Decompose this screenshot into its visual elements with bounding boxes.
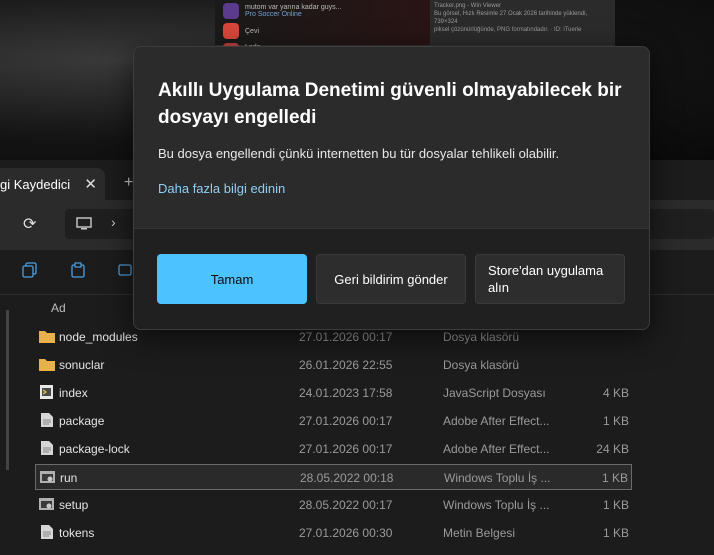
chat-item-title: Çevi [245,27,260,35]
file-name: sonuclar [59,358,105,372]
avatar [223,23,239,39]
file-type: Adobe After Effect... [443,442,550,456]
file-name: setup [59,498,89,512]
preview-title: Tracker.png - Win Viewer [434,3,502,9]
dialog-message: Bu dosya engellendi çünkü internetten bu… [158,146,560,161]
batch-file-icon [39,498,54,510]
get-app-from-store-button[interactable]: Store'dan uygulama alın [475,254,625,304]
file-type: Windows Toplu İş ... [444,471,551,485]
file-type: Dosya klasörü [443,330,520,344]
file-name: run [60,471,78,485]
send-feedback-button[interactable]: Geri bildirim gönder [316,254,466,304]
file-type: Windows Toplu İş ... [443,498,550,512]
file-type: Adobe After Effect... [443,414,550,428]
file-date: 24.01.2023 17:58 [299,386,393,400]
list-item[interactable]: index 24.01.2023 17:58 JavaScript Dosyas… [35,380,632,406]
file-name: node_modules [59,330,138,344]
file-date: 28.05.2022 00:18 [300,471,394,485]
file-date: 26.01.2026 22:55 [299,358,393,372]
background-window: mutom var yarına kadar guys... Pro Socce… [215,0,615,51]
chat-item-subtitle: Pro Soccer Online [245,11,302,18]
file-size: 1 KB [602,526,629,540]
list-item[interactable]: tokens 27.01.2026 00:30 Metin Belgesi 1 … [35,520,632,546]
list-item[interactable]: package-lock 27.01.2026 00:17 Adobe Afte… [35,436,632,462]
file-date: 27.01.2026 00:17 [299,330,393,344]
file-size: 24 KB [596,442,629,456]
file-date: 27.01.2026 00:17 [299,414,393,428]
paste-icon[interactable] [70,262,86,278]
list-item-selected[interactable]: run 28.05.2022 00:18 Windows Toplu İş ..… [35,464,632,490]
file-name: package-lock [59,442,130,456]
list-item[interactable]: sonuclar 26.01.2026 22:55 Dosya klasörü [35,352,632,378]
file-date: 27.01.2026 00:30 [299,526,393,540]
chat-item-title: mutom var yarına kadar guys... [245,4,342,11]
copy-icon[interactable] [22,262,38,278]
folder-icon [39,331,55,343]
script-file-icon [40,385,53,399]
close-icon[interactable]: ✕ [84,175,97,193]
chevron-right-icon[interactable]: › [111,214,116,230]
tab-active[interactable]: gi Kaydedici ✕ [0,168,105,200]
new-tab-button[interactable]: + [124,174,133,192]
monitor-icon [76,217,92,230]
file-type: JavaScript Dosyası [443,386,546,400]
folder-icon [39,359,55,371]
learn-more-link[interactable]: Daha fazla bilgi edinin [158,181,285,196]
rename-icon[interactable] [118,262,134,278]
dialog-footer: Tamam Geri bildirim gönder Store'dan uyg… [134,228,649,329]
document-icon [41,441,53,455]
file-name: index [59,386,88,400]
document-icon [41,525,53,539]
file-name: tokens [59,526,95,540]
navigation-pane-scrollbar[interactable] [6,310,9,470]
refresh-icon[interactable]: ⟳ [23,214,36,234]
preview-text: piksel çözünürlüğünde, PNG formatındadır… [434,27,582,33]
list-item[interactable]: package 27.01.2026 00:17 Adobe After Eff… [35,408,632,434]
list-item[interactable]: setup 28.05.2022 00:17 Windows Toplu İş … [35,492,632,518]
file-name: package [59,414,105,428]
file-date: 27.01.2026 00:17 [299,442,393,456]
smart-app-control-dialog: Akıllı Uygulama Denetimi güvenli olmayab… [133,46,650,330]
ok-button[interactable]: Tamam [157,254,307,304]
batch-file-icon [40,471,55,483]
chat-item[interactable]: mutom var yarına kadar guys... Pro Socce… [223,2,341,20]
preview-text: Bu görsel, Hızlı Resimle 27 Ocak 2026 ta… [434,11,588,25]
file-size: 1 KB [602,414,629,428]
file-size: 4 KB [602,386,629,400]
file-size: 1 KB [601,471,628,485]
dialog-title: Akıllı Uygulama Denetimi güvenli olmayab… [158,80,622,128]
file-size: 1 KB [602,498,629,512]
document-icon [41,413,53,427]
preview-panel: Tracker.png - Win Viewer Bu görsel, Hızl… [430,0,615,45]
tab-label: gi Kaydedici [0,176,71,192]
file-type: Metin Belgesi [443,526,516,540]
file-date: 28.05.2022 00:17 [299,498,393,512]
column-name-header[interactable]: Ad [51,301,66,315]
avatar [223,3,239,19]
file-type: Dosya klasörü [443,358,520,372]
